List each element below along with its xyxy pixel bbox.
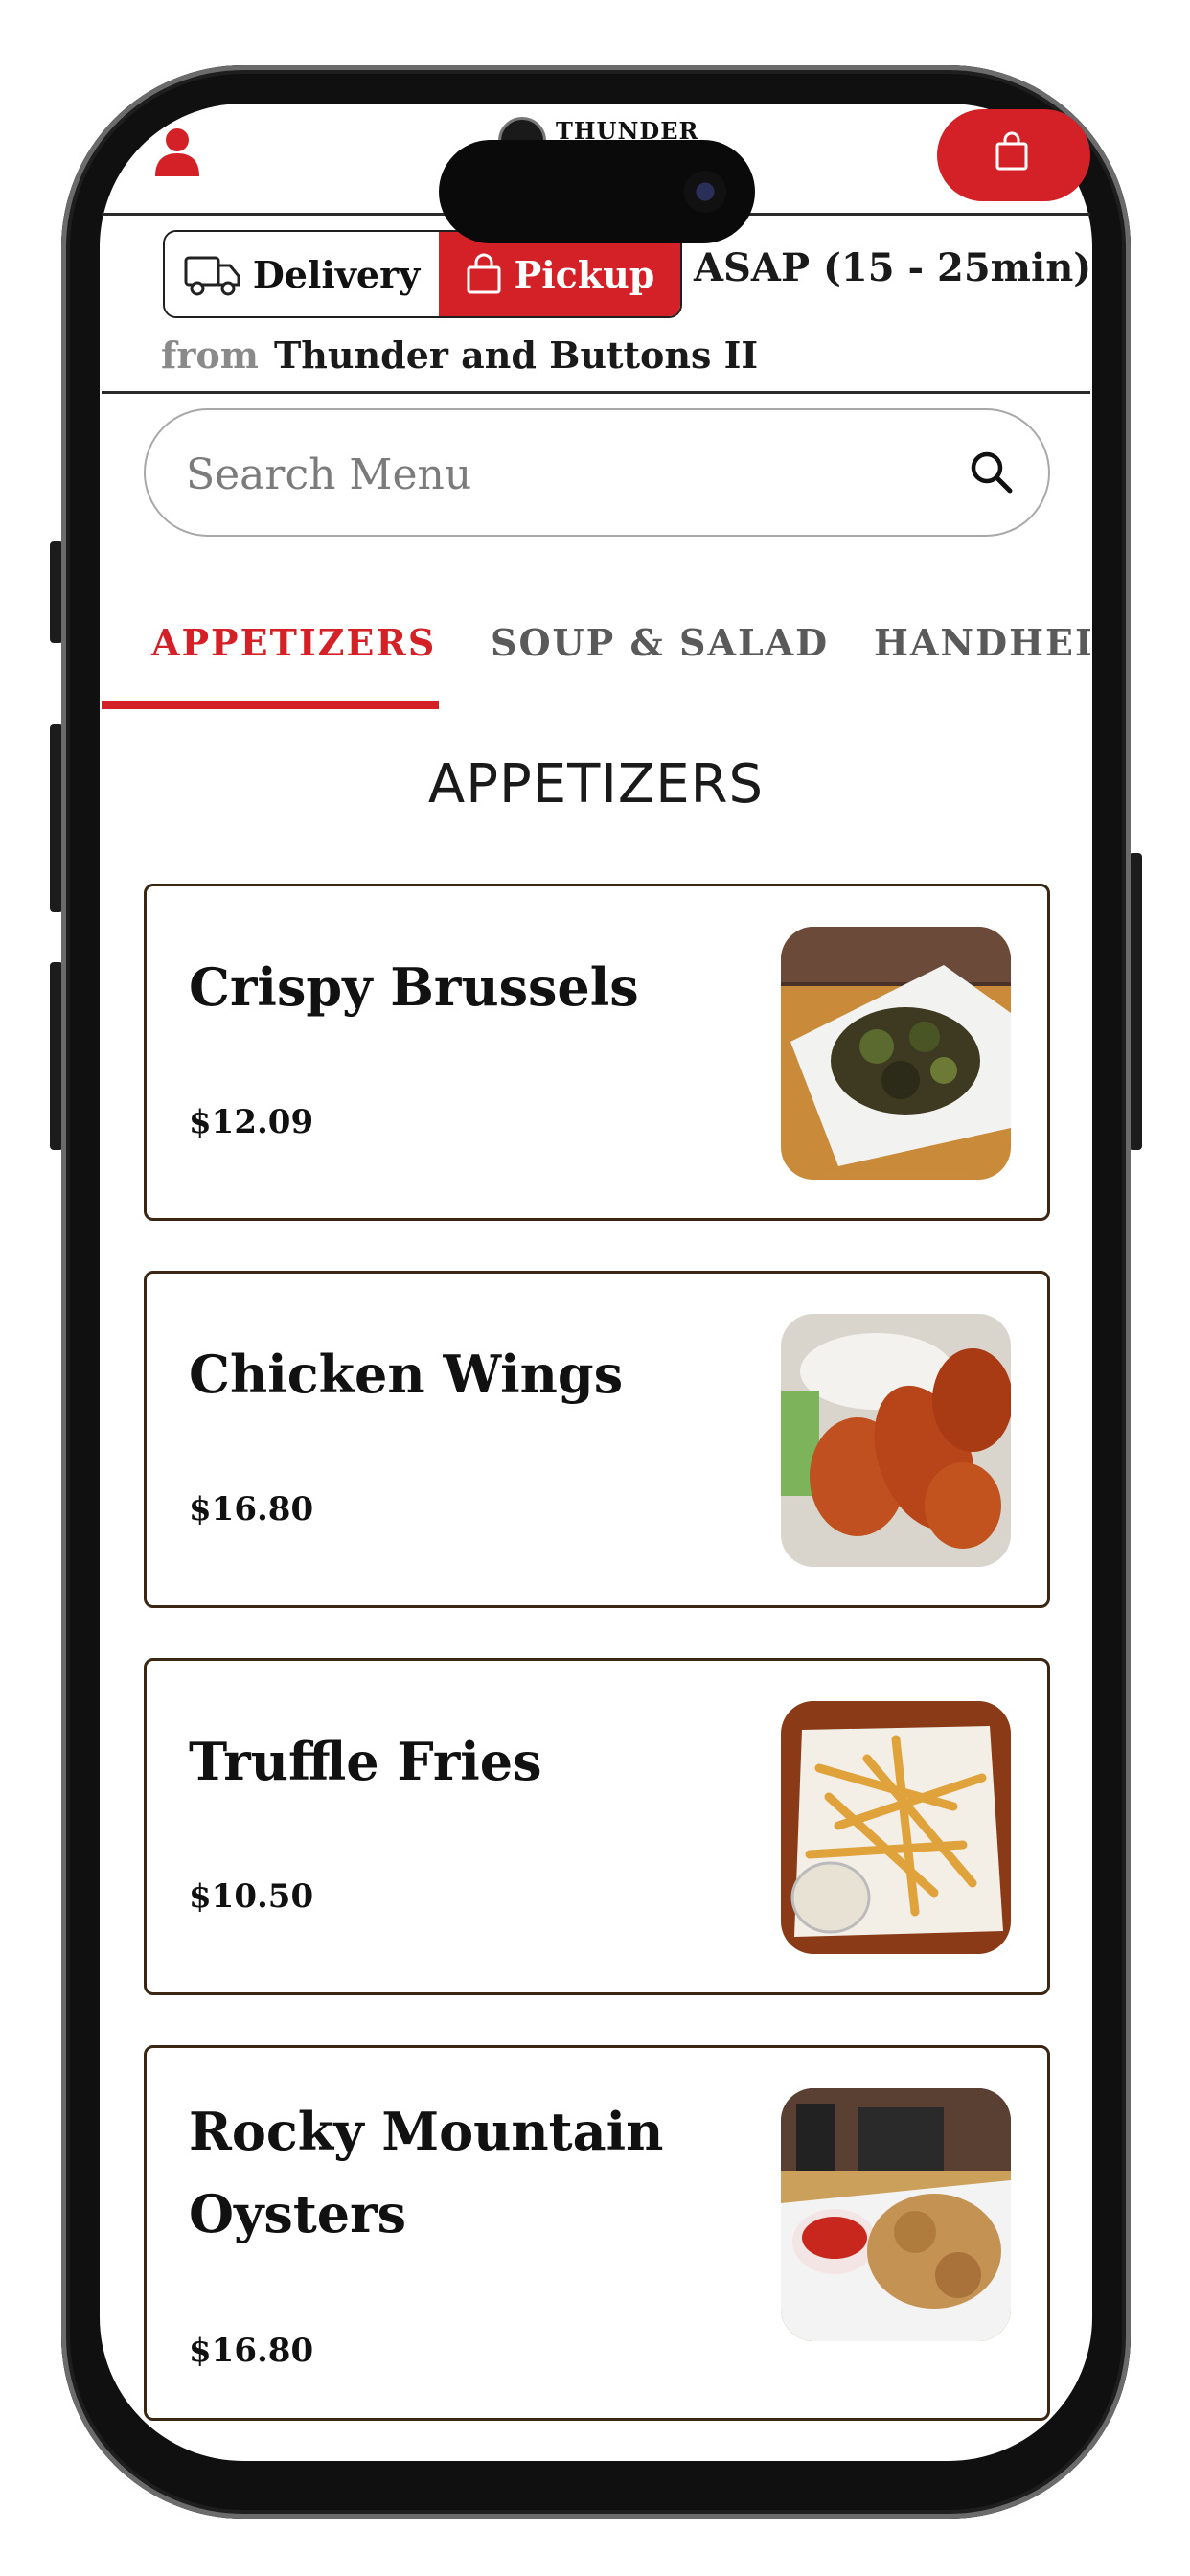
pickup-label: Pickup	[514, 252, 655, 296]
menu-item-card[interactable]: Crispy Brussels $12.09	[144, 884, 1050, 1221]
item-photo	[781, 927, 1011, 1180]
item-price: $10.50	[189, 1877, 314, 1916]
delivery-option[interactable]: Delivery	[165, 232, 439, 316]
shopping-bag-icon	[995, 131, 1028, 171]
bag-icon	[467, 253, 501, 294]
item-price: $12.09	[189, 1103, 314, 1141]
order-divider	[102, 391, 1090, 394]
delivery-label: Delivery	[252, 252, 421, 296]
search-icon[interactable]	[968, 448, 1016, 496]
item-price: $16.80	[189, 1490, 314, 1529]
search-input[interactable]	[184, 439, 954, 510]
menu-item-card[interactable]: Chicken Wings $16.80	[144, 1271, 1050, 1608]
item-name: Truffle Fries	[189, 1731, 542, 1792]
item-photo	[781, 1314, 1011, 1567]
item-price: $16.80	[189, 2332, 314, 2370]
user-icon[interactable]	[153, 126, 201, 178]
front-camera	[684, 171, 726, 213]
category-tabs: APPETIZERS SOUP & SALAD HANDHELDS	[102, 613, 1090, 709]
power-button	[1129, 853, 1142, 1150]
eta-selector[interactable]: ASAP (15 - 25min)	[694, 245, 1091, 290]
pickup-option[interactable]: Pickup	[439, 232, 680, 316]
menu-item-card[interactable]: Truffle Fries $10.50	[144, 1658, 1050, 1995]
active-tab-indicator	[102, 702, 439, 709]
tab-appetizers[interactable]: APPETIZERS	[151, 621, 436, 664]
section-title: APPETIZERS	[427, 753, 765, 816]
from-label: from	[161, 334, 259, 377]
item-photo	[781, 1701, 1011, 1954]
tab-handhelds[interactable]: HANDHELDS	[874, 621, 1090, 664]
location-selector[interactable]: Thunder and Buttons II	[274, 334, 758, 377]
menu-item-card[interactable]: Rocky Mountain Oysters $16.80	[144, 2045, 1050, 2421]
tab-soup-salad[interactable]: SOUP & SALAD	[491, 621, 829, 664]
item-name: Rocky Mountain Oysters	[189, 2101, 664, 2244]
search-bar	[144, 408, 1050, 537]
truck-icon	[184, 256, 240, 296]
dynamic-island	[439, 140, 755, 243]
item-photo	[781, 2088, 1011, 2341]
item-name: Chicken Wings	[189, 1344, 624, 1405]
cart-button[interactable]	[937, 109, 1090, 201]
item-name: Crispy Brussels	[189, 956, 639, 1018]
